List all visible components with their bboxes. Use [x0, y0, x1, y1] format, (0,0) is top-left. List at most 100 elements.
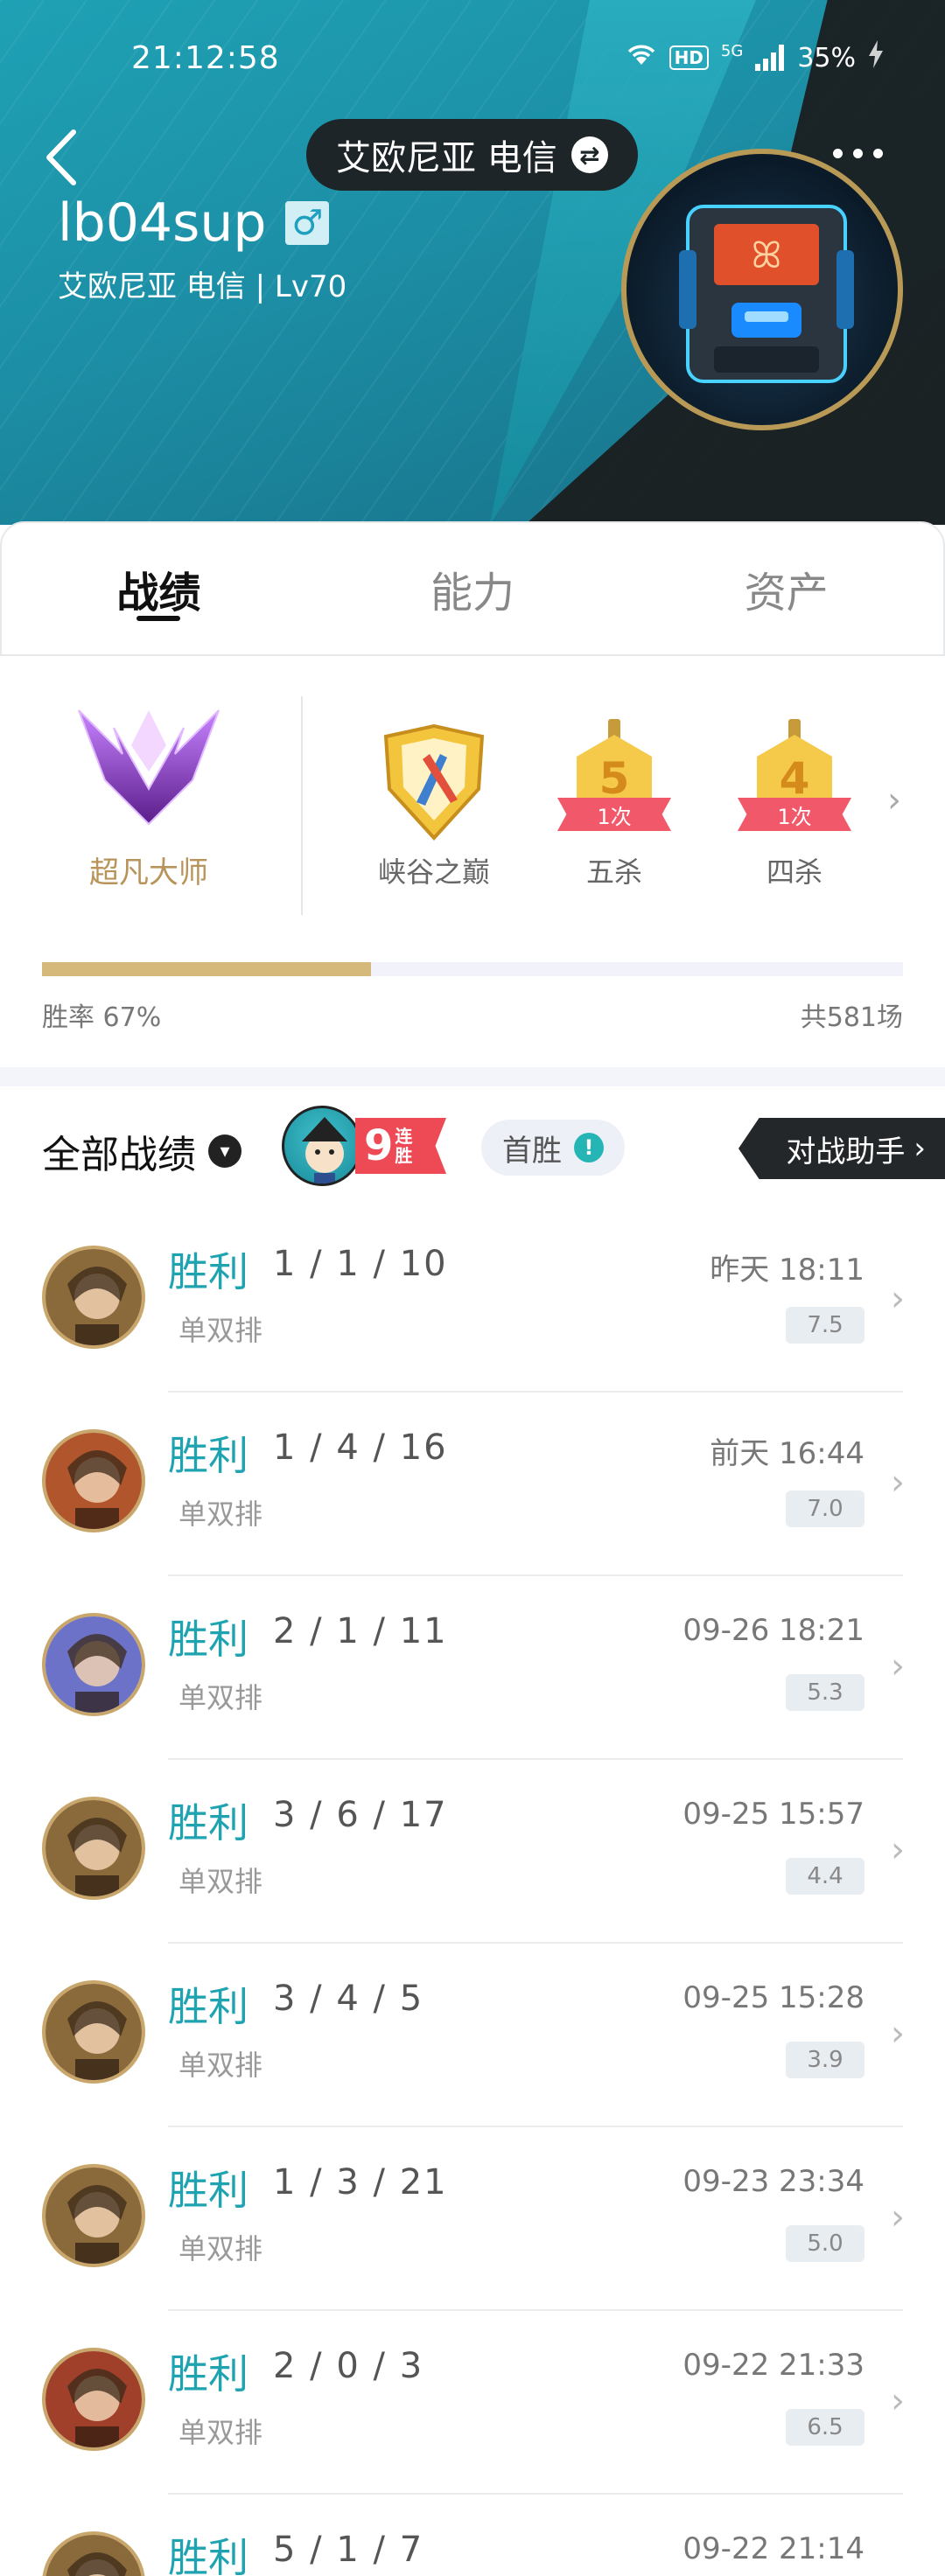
win-rate-bar [42, 962, 903, 976]
tab-bar: 战绩 能力 资产 [0, 521, 945, 656]
win-rate-text: 胜率 67% [42, 1002, 162, 1033]
profile-header: 21:12:58 HD 5G 35% 艾欧尼亚 电信 ⇄ lb04sup ♂ 艾… [0, 0, 945, 525]
match-mode: 单双排 [178, 1681, 263, 1714]
rank-name: 超凡大师 [89, 855, 208, 890]
back-button[interactable] [35, 122, 88, 192]
champion-portrait-icon [46, 2168, 142, 2264]
server-switch-button[interactable]: 艾欧尼亚 电信 ⇄ [306, 119, 638, 191]
champion-avatar [42, 2531, 145, 2576]
honor-pentakill[interactable]: 5 1次 五杀 [536, 719, 693, 890]
chevron-right-icon: › [891, 2014, 905, 2054]
hd-badge: HD [668, 45, 709, 70]
streak-text: 连胜 [395, 1126, 413, 1166]
chevron-right-icon: › [891, 2381, 905, 2421]
pentakill-badge: 5 1次 [557, 719, 671, 841]
robot-avatar-icon: ꕤ [679, 205, 854, 383]
match-score: 7.0 [786, 1490, 864, 1527]
rank-tier[interactable]: 超凡大师 [44, 693, 254, 903]
champion-portrait-icon [46, 1984, 142, 2080]
champion-avatar [42, 2348, 145, 2451]
match-row[interactable]: 胜利 3 / 4 / 5 单双排 09-25 15:28 3.9 › [0, 1944, 945, 2127]
quadrakill-badge: 4 1次 [738, 719, 851, 841]
match-row[interactable]: 胜利 1 / 1 / 10 单双排 昨天 18:11 7.5 › [0, 1209, 945, 1393]
match-score: 3.9 [786, 2042, 864, 2078]
section-separator [0, 1067, 945, 1086]
match-row[interactable]: 胜利 1 / 3 / 21 单双排 09-23 23:34 5.0 › [0, 2127, 945, 2311]
match-time: 09-25 15:57 [682, 1797, 864, 1832]
honor-label: 五杀 [585, 855, 642, 889]
champion-avatar [42, 1980, 145, 2084]
summit-shield-icon [383, 723, 485, 841]
match-result: 胜利 [168, 1983, 248, 2030]
match-kda: 2 / 0 / 3 [273, 2346, 424, 2386]
honor-summit[interactable]: 峡谷之巅 [355, 719, 513, 890]
match-result: 胜利 [168, 1248, 248, 1295]
pentakill-count: 1次 [557, 798, 671, 831]
server-level: 艾欧尼亚 电信 | Lv70 [58, 269, 347, 304]
match-score: 6.5 [786, 2409, 864, 2446]
match-row[interactable]: 胜利 1 / 4 / 16 单双排 前天 16:44 7.0 › [0, 1393, 945, 1576]
honor-quadrakill[interactable]: 4 1次 四杀 [716, 719, 873, 890]
match-time: 09-22 21:14 [682, 2531, 864, 2566]
match-result: 胜利 [168, 2167, 248, 2214]
champion-portrait-icon [46, 1433, 142, 1529]
username: lb04sup [58, 192, 267, 254]
records-header: 全部战绩 ▾ 9 连胜 首胜 ! 对战助手 › [0, 1086, 945, 1209]
chevron-right-icon: › [891, 2565, 905, 2576]
tab-records[interactable]: 战绩 [2, 523, 316, 654]
total-games: 共581场 [800, 1002, 903, 1033]
records-filter-dropdown[interactable]: 全部战绩 ▾ [42, 1123, 242, 1179]
match-row[interactable]: 胜利 5 / 1 / 7 09-22 21:14 › [0, 2495, 945, 2576]
streak-number: 9 [364, 1121, 394, 1170]
match-score: 5.0 [786, 2225, 864, 2262]
wifi-icon [626, 42, 657, 73]
filter-label: 全部战绩 [42, 1133, 196, 1177]
dot [852, 148, 863, 158]
match-row[interactable]: 胜利 2 / 0 / 3 单双排 09-22 21:33 6.5 › [0, 2311, 945, 2495]
male-gender-icon: ♂ [285, 201, 330, 245]
signal-icon [755, 45, 785, 71]
profile-avatar[interactable]: ꕤ [621, 149, 903, 430]
match-mode: 单双排 [178, 1865, 263, 1898]
match-kda: 3 / 4 / 5 [273, 1979, 424, 2019]
chevron-right-icon: › [891, 1830, 905, 1870]
more-options-button[interactable] [822, 140, 892, 166]
first-win-button[interactable]: 首胜 ! [481, 1120, 625, 1176]
honors-more-chevron-icon[interactable]: › [887, 780, 901, 820]
champion-avatar [42, 1797, 145, 1900]
streak-flag: 9 连胜 [355, 1118, 446, 1174]
match-row[interactable]: 胜利 2 / 1 / 11 单双排 09-26 18:21 5.3 › [0, 1576, 945, 1760]
status-icons: HD 5G 35% [626, 40, 884, 75]
status-time: 21:12:58 [131, 40, 280, 76]
tab-ability[interactable]: 能力 [316, 523, 630, 654]
honor-label: 峡谷之巅 [377, 855, 490, 889]
match-kda: 2 / 1 / 11 [273, 1611, 448, 1651]
match-time: 09-23 23:34 [682, 2164, 864, 2199]
back-arrow-icon [46, 129, 76, 185]
match-kda: 1 / 4 / 16 [273, 1428, 448, 1468]
match-row[interactable]: 胜利 3 / 6 / 17 单双排 09-25 15:57 4.4 › [0, 1760, 945, 1944]
battle-assistant-button[interactable]: 对战助手 › [738, 1118, 945, 1179]
match-score: 4.4 [786, 1858, 864, 1895]
match-list: 胜利 1 / 1 / 10 单双排 昨天 18:11 7.5 › 胜利 1 / … [0, 1209, 945, 2576]
assistant-label: 对战助手 [786, 1134, 906, 1169]
swap-icon: ⇄ [570, 136, 608, 173]
chevron-right-icon: › [914, 1131, 926, 1166]
match-result: 胜利 [168, 2534, 248, 2576]
tab-label: 战绩 [116, 569, 201, 618]
champion-avatar [42, 1246, 145, 1349]
rank-section: 超凡大师 峡谷之巅 5 1次 五杀 4 1次 四杀 › 胜率 67% 共581场 [0, 658, 945, 1067]
match-kda: 5 / 1 / 7 [273, 2530, 424, 2570]
win-streak-badge[interactable]: 9 连胜 [282, 1104, 448, 1188]
chevron-right-icon: › [891, 1463, 905, 1503]
tab-assets[interactable]: 资产 [629, 523, 943, 654]
server-label: 艾欧尼亚 电信 [336, 138, 557, 178]
tab-label: 资产 [744, 569, 829, 618]
match-mode: 单双排 [178, 2049, 263, 2082]
summit-badge [377, 719, 491, 841]
match-mode: 单双排 [178, 2416, 263, 2449]
match-kda: 3 / 6 / 17 [273, 1795, 448, 1835]
dot [832, 148, 843, 158]
champion-portrait-icon [46, 1616, 142, 1713]
match-time: 前天 16:44 [710, 1436, 864, 1471]
